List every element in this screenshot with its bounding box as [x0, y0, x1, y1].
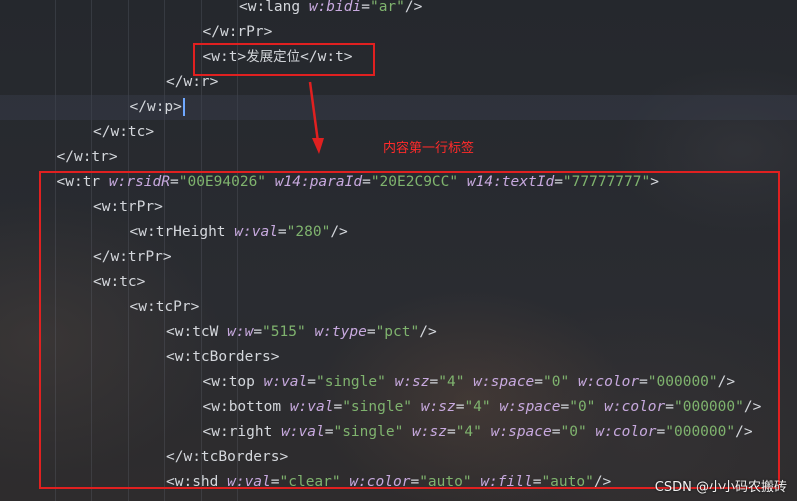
- code-token: </w:tr>: [56, 149, 118, 165]
- highlight-box-text-element: [193, 43, 375, 76]
- annotation-label: 内容第一行标签: [383, 141, 475, 156]
- watermark: CSDN @小小码农搬砖: [654, 480, 787, 495]
- code-token: "ar": [369, 0, 405, 15]
- code-token: w:bidi: [308, 0, 362, 15]
- code-line[interactable]: </w:rPr>: [0, 20, 797, 45]
- text-caret: [182, 98, 185, 116]
- code-token: <w:lang: [239, 0, 309, 15]
- code-token: =: [361, 0, 370, 15]
- code-line[interactable]: <w:t>发展定位</w:t>: [0, 45, 797, 70]
- code-line[interactable]: </w:p>: [0, 95, 797, 120]
- code-token: />: [404, 0, 423, 15]
- code-token: </w:p>: [129, 99, 182, 115]
- arrow-down-icon: [308, 81, 324, 154]
- code-editor[interactable]: <w:lang w:bidi="ar"/> </w:rPr> <w:t>发展定位</…: [0, 0, 797, 501]
- code-token: </w:rPr>: [202, 24, 273, 40]
- code-line[interactable]: <w:lang w:bidi="ar"/>: [0, 0, 797, 20]
- code-token: </w:tc>: [93, 124, 155, 140]
- code-token: </w:r>: [166, 74, 219, 90]
- code-line[interactable]: </w:r>: [0, 70, 797, 95]
- highlight-box-row-block: [39, 171, 780, 489]
